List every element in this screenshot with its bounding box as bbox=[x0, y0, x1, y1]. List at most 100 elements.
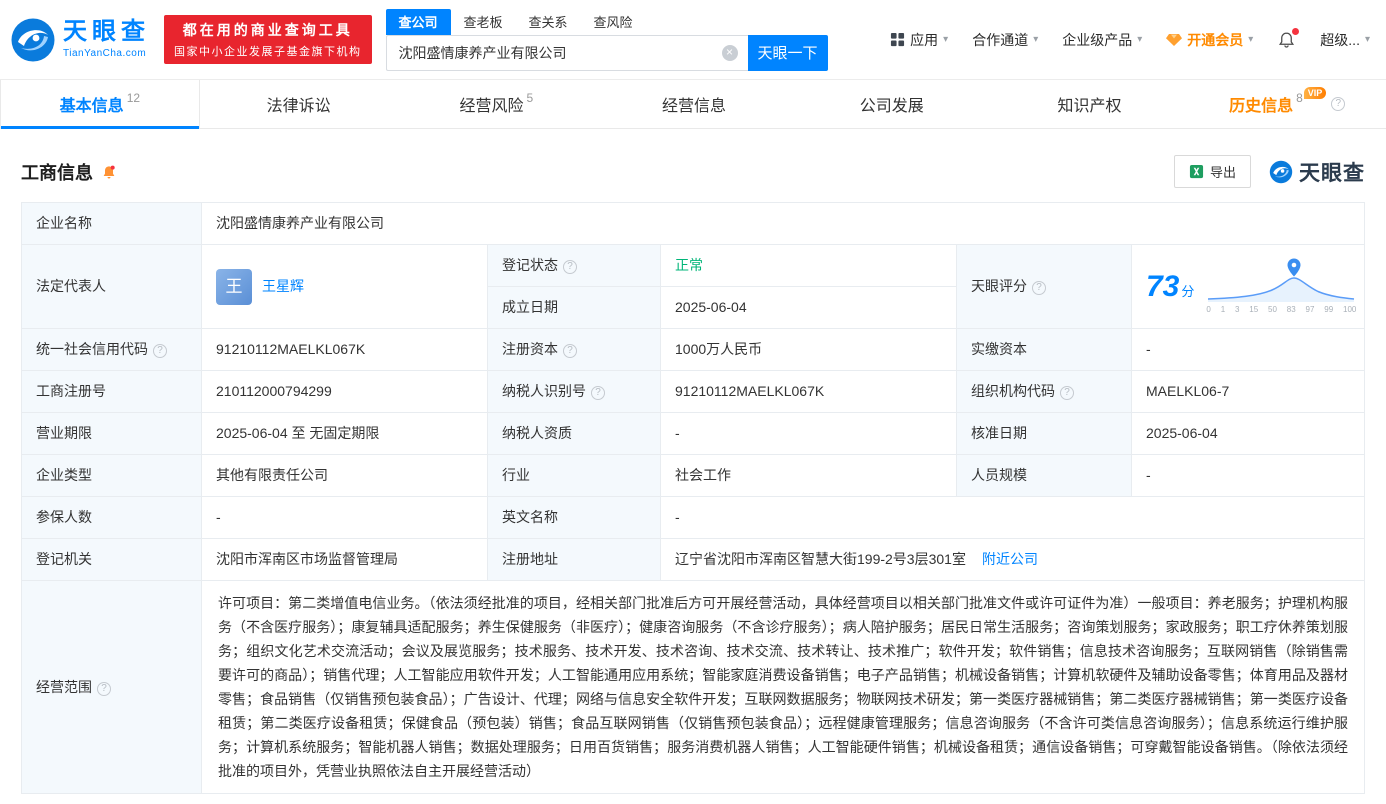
tab-company-development[interactable]: 公司发展 bbox=[793, 80, 991, 128]
field-label-org-code: 组织机构代码? bbox=[956, 370, 1132, 413]
help-icon[interactable]: ? bbox=[1032, 281, 1046, 295]
promo-badge-line1: 都在用的商业查询工具 bbox=[182, 22, 353, 38]
field-value-taxpayer-quality: - bbox=[660, 412, 957, 455]
nearby-companies-link[interactable]: 附近公司 bbox=[982, 551, 1038, 567]
logo-subtitle: TianYanCha.com bbox=[63, 48, 147, 59]
search-tab-relation[interactable]: 查关系 bbox=[516, 9, 581, 35]
field-label-business-scope: 经营范围? bbox=[21, 580, 202, 794]
brand-watermark: 天眼查 bbox=[1269, 157, 1365, 187]
help-icon[interactable]: ? bbox=[563, 260, 577, 274]
tab-legal-proceedings[interactable]: 法律诉讼 bbox=[200, 80, 398, 128]
nav-enterprise[interactable]: 企业级产品 ▾ bbox=[1062, 30, 1142, 50]
company-tab-bar: 基本信息 12 法律诉讼 经营风险 5 经营信息 公司发展 知识产权 历史信息 8 VI… bbox=[0, 80, 1386, 129]
field-value-staff-size: - bbox=[1131, 454, 1365, 497]
chevron-down-icon: ▾ bbox=[1033, 34, 1039, 45]
search-tab-boss[interactable]: 查老板 bbox=[451, 9, 516, 35]
search-button[interactable]: 天眼一下 bbox=[747, 34, 828, 71]
table-row: 工商注册号 210112000794299 纳税人识别号? 91210112MA… bbox=[21, 370, 1365, 413]
field-label-credit-code: 统一社会信用代码? bbox=[21, 328, 202, 371]
field-label-staff-size: 人员规模 bbox=[956, 454, 1132, 497]
score-unit: 分 bbox=[1181, 284, 1195, 299]
legal-rep-link[interactable]: 王星辉 bbox=[262, 276, 304, 297]
help-icon[interactable]: ? bbox=[1060, 386, 1074, 400]
field-value-reg-capital: 1000万人民币 bbox=[660, 328, 957, 371]
logo-title: 天眼查 bbox=[63, 18, 150, 45]
field-value-reg-authority: 沈阳市浑南区市场监督管理局 bbox=[201, 538, 488, 581]
legal-rep-avatar[interactable]: 王 bbox=[216, 268, 252, 305]
field-value-english-name: - bbox=[660, 496, 1365, 539]
tab-count: 5 bbox=[526, 91, 534, 105]
field-label-reg-status: 登记状态? bbox=[487, 244, 661, 287]
field-label-industry: 行业 bbox=[487, 454, 661, 497]
table-row: 经营范围? 许可项目：第二类增值电信业务。（依法须经批准的项目，经相关部门批准后… bbox=[21, 580, 1365, 794]
field-value-legal-rep: 王 王星辉 bbox=[201, 244, 488, 329]
chevron-down-icon: ▾ bbox=[1137, 34, 1143, 45]
table-row: 登记机关 沈阳市浑南区市场监督管理局 注册地址 辽宁省沈阳市浑南区智慧大街199… bbox=[21, 538, 1365, 581]
field-label-company-name: 企业名称 bbox=[21, 202, 202, 245]
field-value-company-type: 其他有限责任公司 bbox=[201, 454, 488, 497]
clear-icon[interactable]: × bbox=[721, 44, 738, 61]
field-value-business-term: 2025-06-04 至 无固定期限 bbox=[201, 412, 488, 455]
nav-super-vip[interactable]: 超级... ▾ bbox=[1320, 30, 1370, 50]
field-value-reg-number: 210112000794299 bbox=[201, 370, 488, 413]
field-value-score: 73 分 0 1 3 15 50 83 97 99 100 bbox=[1131, 244, 1365, 329]
field-value-industry: 社会工作 bbox=[660, 454, 957, 497]
score-curve-chart: 0 1 3 15 50 83 97 99 100 bbox=[1206, 257, 1356, 316]
field-label-score: 天眼评分? bbox=[956, 244, 1132, 329]
nav-partner[interactable]: 合作通道 ▾ bbox=[972, 30, 1038, 50]
field-label-approval-date: 核准日期 bbox=[956, 412, 1132, 455]
nav-apps[interactable]: 应用 ▾ bbox=[890, 30, 948, 50]
main-content: 工商信息 导出 天眼查 企业名称 沈阳盛情康养产业有限公司 法定代表人 王 王星… bbox=[0, 155, 1386, 794]
field-value-credit-code: 91210112MAELKL067K bbox=[201, 328, 488, 371]
search-tab-risk[interactable]: 查风险 bbox=[581, 9, 646, 35]
tab-basic-info[interactable]: 基本信息 12 bbox=[0, 80, 200, 129]
search-box: × bbox=[385, 34, 748, 71]
subscribe-bell-icon[interactable] bbox=[101, 164, 117, 180]
help-icon[interactable]: ? bbox=[1331, 97, 1346, 111]
field-label-reg-number: 工商注册号 bbox=[21, 370, 202, 413]
promo-badge: 都在用的商业查询工具 国家中小企业发展子基金旗下机构 bbox=[164, 15, 372, 64]
table-row: 企业类型 其他有限责任公司 行业 社会工作 人员规模 - bbox=[21, 454, 1365, 497]
vip-diamond-icon bbox=[1166, 33, 1183, 46]
field-label-taxpayer-id: 纳税人识别号? bbox=[487, 370, 661, 413]
field-label-english-name: 英文名称 bbox=[487, 496, 661, 539]
field-label-reg-capital: 注册资本? bbox=[487, 328, 661, 371]
score-number: 73 bbox=[1146, 270, 1180, 303]
nav-notifications[interactable] bbox=[1277, 28, 1300, 49]
export-button[interactable]: 导出 bbox=[1173, 155, 1251, 188]
tab-history-info[interactable]: 历史信息 8 VIP? bbox=[1188, 80, 1386, 128]
field-label-reg-address: 注册地址 bbox=[487, 538, 661, 581]
tianyancha-logo[interactable]: 天眼查 TianYanCha.com bbox=[10, 17, 150, 63]
table-row: 法定代表人 王 王星辉 登记状态? 正常 天眼评分? 73 分 0 1 3 15… bbox=[21, 244, 1365, 329]
help-icon[interactable]: ? bbox=[153, 344, 167, 358]
table-row: 参保人数 - 英文名称 - bbox=[21, 496, 1365, 539]
table-row: 企业名称 沈阳盛情康养产业有限公司 bbox=[21, 202, 1365, 245]
field-label-paid-capital: 实缴资本 bbox=[956, 328, 1132, 371]
field-value-reg-status: 正常 bbox=[660, 244, 957, 287]
chevron-down-icon: ▾ bbox=[943, 34, 949, 45]
help-icon[interactable]: ? bbox=[591, 386, 605, 400]
field-value-est-date: 2025-06-04 bbox=[660, 286, 957, 329]
help-icon[interactable]: ? bbox=[563, 344, 577, 358]
search-input[interactable] bbox=[386, 44, 748, 61]
nav-vip-upgrade[interactable]: 开通会员 ▾ bbox=[1166, 30, 1253, 50]
field-value-business-scope: 许可项目：第二类增值电信业务。（依法须经批准的项目，经相关部门批准后方可开展经营… bbox=[201, 580, 1365, 794]
tianyancha-logo-icon bbox=[11, 18, 55, 61]
score-axis: 0 1 3 15 50 83 97 99 100 bbox=[1206, 305, 1357, 314]
tab-operating-risk[interactable]: 经营风险 5 bbox=[397, 80, 595, 128]
notification-dot bbox=[1292, 28, 1300, 35]
field-value-company-name: 沈阳盛情康养产业有限公司 bbox=[201, 202, 1365, 245]
business-info-table: 企业名称 沈阳盛情康养产业有限公司 法定代表人 王 王星辉 登记状态? 正常 天… bbox=[21, 202, 1365, 794]
help-icon[interactable]: ? bbox=[97, 681, 111, 696]
section-title: 工商信息 bbox=[21, 162, 93, 183]
tab-intellectual-property[interactable]: 知识产权 bbox=[991, 80, 1189, 128]
tab-operating-info[interactable]: 经营信息 bbox=[595, 80, 793, 128]
excel-icon bbox=[1189, 164, 1204, 179]
field-value-paid-capital: - bbox=[1131, 328, 1365, 371]
search-area: 查公司 查老板 查关系 查风险 × 天眼一下 bbox=[385, 8, 828, 71]
vip-badge: VIP bbox=[1303, 87, 1327, 99]
field-value-org-code: MAELKL06-7 bbox=[1131, 370, 1365, 413]
search-tab-company[interactable]: 查公司 bbox=[385, 8, 451, 35]
field-label-reg-authority: 登记机关 bbox=[21, 538, 202, 581]
promo-badge-line2: 国家中小企业发展子基金旗下机构 bbox=[174, 46, 362, 58]
